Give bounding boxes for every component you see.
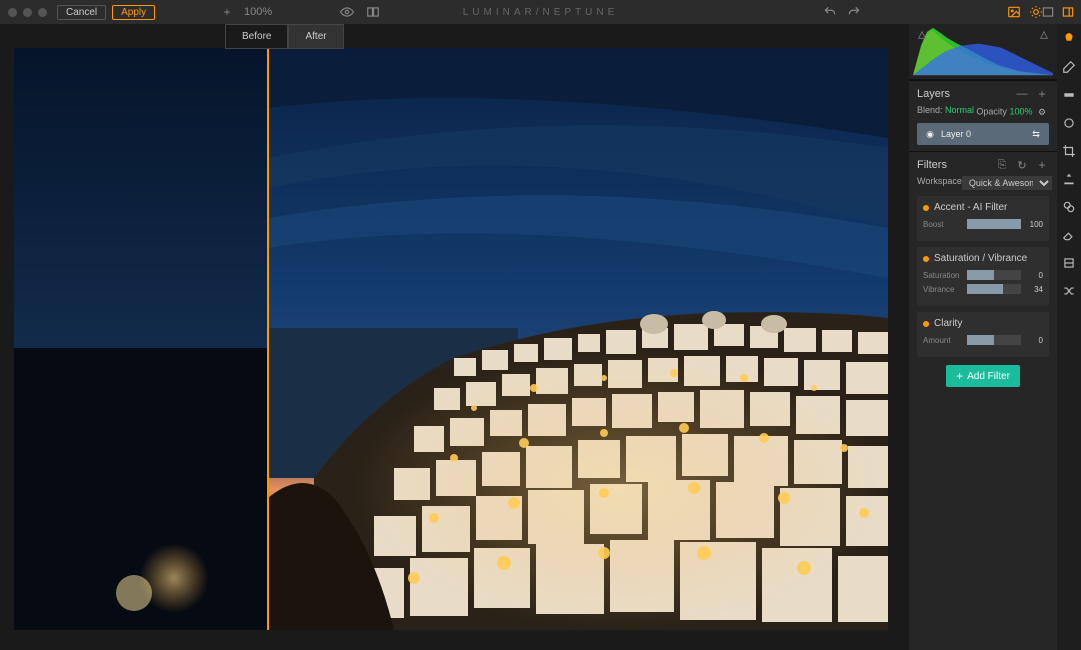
filters-title: Filters	[917, 159, 947, 171]
add-layer-icon[interactable]: +	[1035, 87, 1049, 101]
histogram-left-icon[interactable]	[915, 28, 929, 42]
workspace-select[interactable]: Quick & Awesome	[962, 176, 1052, 190]
window-controls[interactable]	[8, 8, 47, 17]
blend-mode[interactable]: Normal	[945, 105, 974, 115]
top-bar: Cancel Apply + 100% LUMINAR/NEPTUNE	[0, 0, 1081, 24]
eye-icon[interactable]	[340, 5, 354, 19]
panel-toggle-icon[interactable]	[1041, 5, 1055, 19]
filter-name: Accent - AI Filter	[934, 202, 1007, 213]
opacity-value[interactable]: 100%	[1009, 107, 1032, 117]
slider-track[interactable]	[967, 270, 1021, 280]
blend-label: Blend:	[917, 105, 943, 115]
slider-value: 0	[1025, 271, 1043, 280]
filters-panel: Filters ⎘ ↻ + Workspace Quick & Awesome …	[909, 151, 1057, 401]
adjust-icon[interactable]	[1062, 32, 1076, 46]
zoom-group: + 100%	[220, 5, 272, 19]
apply-button[interactable]: Apply	[112, 5, 155, 20]
slider-label: Vibrance	[923, 285, 963, 294]
clone-icon[interactable]	[1062, 200, 1076, 214]
opacity-label: Opacity	[976, 107, 1007, 117]
denoise-icon[interactable]	[1062, 256, 1076, 270]
image-canvas[interactable]	[14, 48, 888, 630]
tab-after[interactable]: After	[288, 24, 343, 49]
plus-icon: +	[956, 370, 963, 382]
filters-add-icon[interactable]: +	[1035, 158, 1049, 172]
filter-title[interactable]: Clarity	[923, 318, 1043, 329]
workspace-label: Workspace	[917, 176, 962, 190]
layer-row[interactable]: ◉ Layer 0 ⇆	[917, 123, 1049, 145]
filter-name: Saturation / Vibrance	[934, 253, 1027, 264]
slider-track[interactable]	[967, 219, 1021, 229]
filter-block[interactable]: Accent - AI Filter Boost 100	[917, 196, 1049, 241]
slider-label: Saturation	[923, 271, 963, 280]
histogram[interactable]	[909, 24, 1057, 80]
filters-save-icon[interactable]: ⎘	[995, 158, 1009, 172]
app-title: LUMINAR/NEPTUNE	[463, 7, 619, 18]
minimize-dot[interactable]	[23, 8, 32, 17]
gradient-icon[interactable]	[1062, 88, 1076, 102]
plus-icon[interactable]: +	[220, 5, 234, 19]
filters-reset-icon[interactable]: ↻	[1015, 158, 1029, 172]
slider-label: Boost	[923, 220, 963, 229]
layers-panel: Layers — + Blend: Normal Opacity 100% ⚙ …	[909, 80, 1057, 151]
slider-value: 100	[1025, 220, 1043, 229]
transform-icon[interactable]	[1062, 172, 1076, 186]
shuffle-icon[interactable]	[1062, 284, 1076, 298]
undo-icon[interactable]	[823, 5, 837, 19]
redo-icon[interactable]	[847, 5, 861, 19]
crop-icon[interactable]	[1062, 144, 1076, 158]
filter-title[interactable]: Saturation / Vibrance	[923, 253, 1043, 264]
slider-value: 0	[1025, 336, 1043, 345]
brush-icon[interactable]	[1062, 60, 1076, 74]
filter-block[interactable]: Clarity Amount 0	[917, 312, 1049, 357]
compare-divider[interactable]	[267, 48, 269, 630]
slider-row: Vibrance 34	[923, 284, 1043, 294]
layer-options-icon[interactable]: ⇆	[1029, 127, 1043, 141]
add-filter-label: Add Filter	[967, 371, 1010, 382]
slider-row: Boost 100	[923, 219, 1043, 229]
photo-preview	[14, 48, 888, 630]
layers-menu-icon[interactable]: —	[1015, 87, 1029, 101]
layers-title: Layers	[917, 88, 950, 100]
filter-active-dot	[923, 205, 929, 211]
add-filter-button[interactable]: + Add Filter	[946, 365, 1020, 387]
slider-value: 34	[1025, 285, 1043, 294]
close-dot[interactable]	[8, 8, 17, 17]
layer-name: Layer 0	[941, 129, 971, 139]
histogram-right-icon[interactable]	[1037, 28, 1051, 42]
slider-row: Saturation 0	[923, 270, 1043, 280]
filter-title[interactable]: Accent - AI Filter	[923, 202, 1043, 213]
slider-track[interactable]	[967, 335, 1021, 345]
filter-active-dot	[923, 256, 929, 262]
image-icon[interactable]	[1007, 5, 1021, 19]
slider-row: Amount 0	[923, 335, 1043, 345]
compare-tabs: Before After	[225, 24, 344, 49]
compare-icon[interactable]	[366, 5, 380, 19]
zoom-level[interactable]: 100%	[244, 6, 272, 18]
radial-icon[interactable]	[1062, 116, 1076, 130]
gear-icon[interactable]: ⚙	[1035, 105, 1049, 119]
filter-block[interactable]: Saturation / Vibrance Saturation 0 Vibrance…	[917, 247, 1049, 306]
slider-label: Amount	[923, 336, 963, 345]
slider-track[interactable]	[967, 284, 1021, 294]
filter-active-dot	[923, 321, 929, 327]
filter-name: Clarity	[934, 318, 962, 329]
cancel-button[interactable]: Cancel	[57, 5, 106, 20]
right-panel: Layers — + Blend: Normal Opacity 100% ⚙ …	[909, 24, 1057, 650]
layer-visibility-icon[interactable]: ◉	[923, 127, 937, 141]
right-tool-rail	[1057, 24, 1081, 650]
maximize-dot[interactable]	[38, 8, 47, 17]
erase-icon[interactable]	[1062, 228, 1076, 242]
tab-before[interactable]: Before	[225, 24, 288, 49]
sidebar-toggle-icon[interactable]	[1061, 5, 1075, 19]
